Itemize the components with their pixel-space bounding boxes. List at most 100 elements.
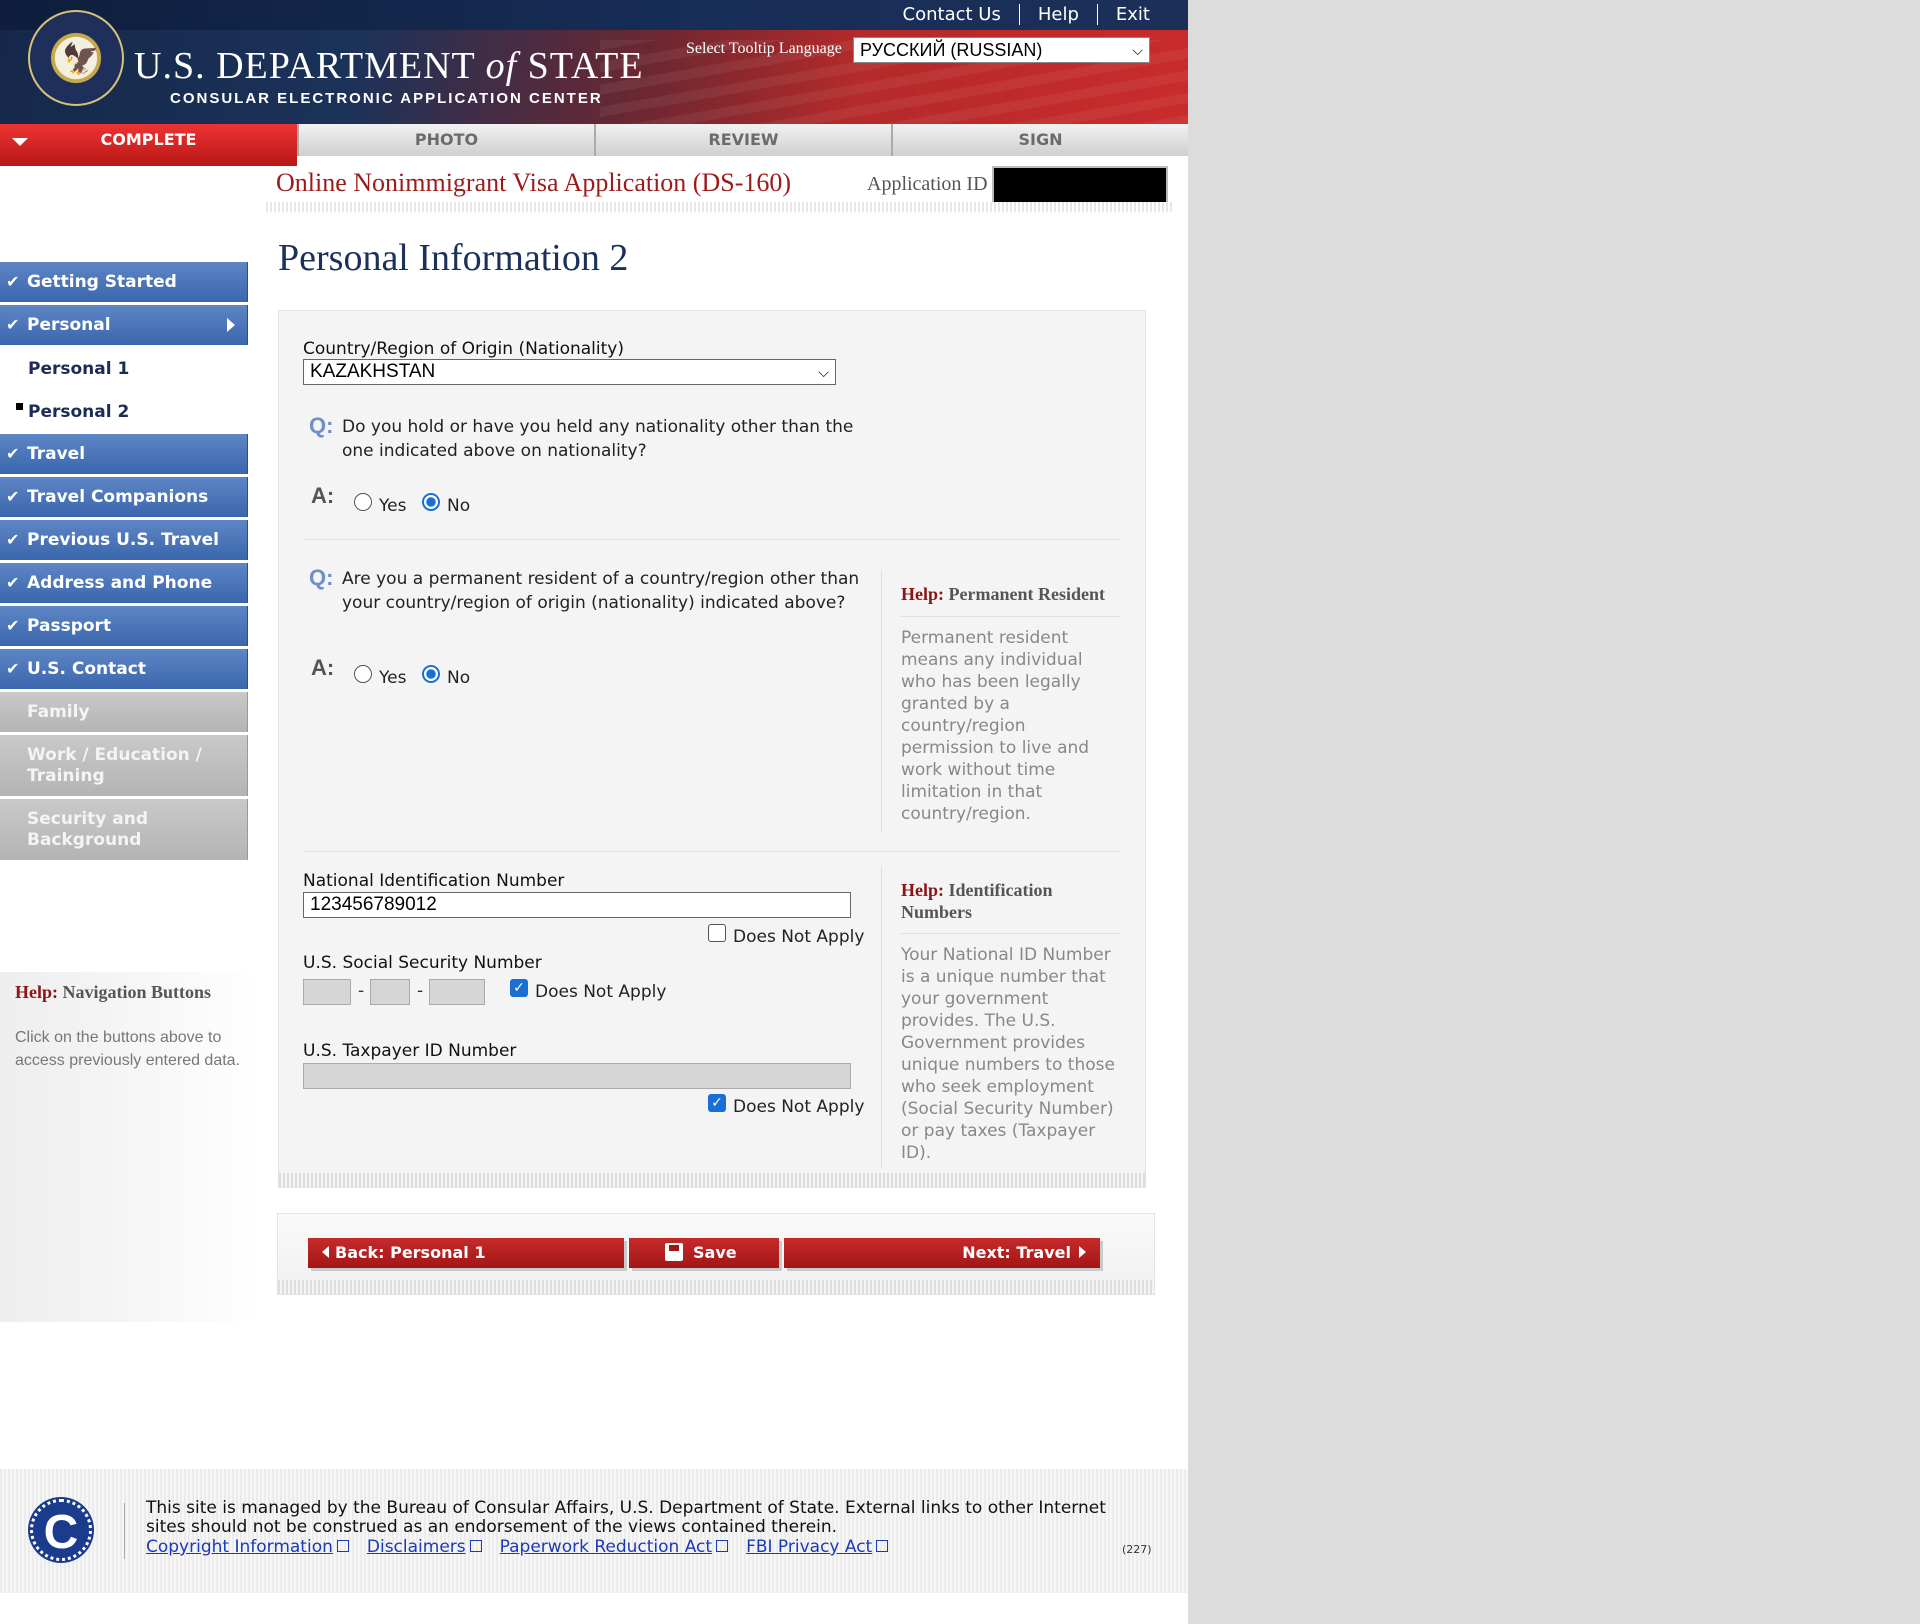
sidebar-item-us-contact[interactable]: ✔ U.S. Contact xyxy=(0,649,248,689)
arrow-right-icon xyxy=(1079,1246,1086,1258)
divider xyxy=(303,539,1121,540)
next-button[interactable]: Next: Travel xyxy=(784,1238,1100,1268)
permanent-resident-yes-radio[interactable] xyxy=(354,665,372,683)
nationality-value: KAZAKHSTAN xyxy=(310,361,436,382)
does-not-apply-label: Does Not Apply xyxy=(733,927,865,947)
tab-review-label: REVIEW xyxy=(708,130,779,149)
department-subtitle: CONSULAR ELECTRONIC APPLICATION CENTER xyxy=(170,90,603,107)
sidebar-item-label: Security and Background xyxy=(27,809,149,850)
footer-disclaimer-text: This site is managed by the Bureau of Co… xyxy=(146,1498,1106,1537)
back-button[interactable]: Back: Personal 1 xyxy=(308,1238,624,1268)
sidebar-item-label: U.S. Contact xyxy=(27,659,146,679)
application-title: Online Nonimmigrant Visa Application (DS… xyxy=(276,168,792,197)
checkmark-icon: ✔ xyxy=(6,444,20,463)
floppy-disk-icon xyxy=(665,1243,683,1261)
page: 🦅 U.S. DEPARTMENT of STATE CONSULAR ELEC… xyxy=(0,0,1188,1624)
nationality-select[interactable]: KAZAKHSTAN ⌵ xyxy=(303,359,836,385)
sidebar-item-previous-us-travel[interactable]: ✔ Previous U.S. Travel xyxy=(0,520,248,560)
help-prefix: Help: xyxy=(901,584,944,604)
help-link[interactable]: Help xyxy=(1018,4,1097,25)
exit-link[interactable]: Exit xyxy=(1096,4,1168,25)
sidebar-item-getting-started[interactable]: ✔ Getting Started xyxy=(0,262,248,302)
other-nationality-no-radio[interactable] xyxy=(422,493,440,511)
current-page-bullet-icon xyxy=(16,403,23,410)
sidebar-item-label: Travel Companions xyxy=(27,487,209,507)
taxpayer-id-input[interactable] xyxy=(303,1063,851,1089)
sidebar-item-passport[interactable]: ✔ Passport xyxy=(0,606,248,646)
help-identification-body: Your National ID Number is a unique numb… xyxy=(901,945,1115,1163)
help-title-text: Permanent Resident xyxy=(948,584,1105,604)
checkmark-icon: ✔ xyxy=(6,616,20,635)
contact-us-link[interactable]: Contact Us xyxy=(885,4,1019,25)
tab-sign-label: SIGN xyxy=(1018,130,1063,149)
checkmark-icon: ✔ xyxy=(6,659,20,678)
help-title-text: Navigation Buttons xyxy=(62,982,212,1002)
tooltip-language-label: Select Tooltip Language xyxy=(686,40,842,57)
chevron-down-icon: ⌵ xyxy=(1132,42,1143,58)
link-label: FBI Privacy Act xyxy=(746,1537,873,1557)
sidebar-item-label: Personal 2 xyxy=(28,402,130,422)
sidebar-help-title: Help: Navigation Buttons xyxy=(15,982,211,1003)
ssn-dash: - xyxy=(358,981,365,1001)
permanent-resident-no-radio[interactable] xyxy=(422,665,440,683)
save-button-label: Save xyxy=(693,1243,737,1262)
sidebar-item-label: Address and Phone xyxy=(27,573,213,593)
sidebar-navigation: ✔ Getting Started ✔ Personal Personal 1 Pe… xyxy=(0,262,248,863)
sidebar-item-label: Work / Education / Training xyxy=(27,745,202,786)
title-underline xyxy=(266,202,1172,212)
other-nationality-yes-radio[interactable] xyxy=(354,493,372,511)
tab-photo[interactable]: PHOTO xyxy=(297,124,594,156)
application-id-redacted xyxy=(992,166,1168,204)
state-department-seal-icon: 🦅 xyxy=(28,10,124,106)
no-label: No xyxy=(447,496,471,516)
sidebar-item-travel[interactable]: ✔ Travel xyxy=(0,434,248,474)
next-button-label: Next: Travel xyxy=(962,1243,1071,1262)
ssn-does-not-apply-checkbox[interactable]: ✓ xyxy=(510,979,528,997)
consular-affairs-logo-icon: C xyxy=(30,1499,92,1561)
no-label: No xyxy=(447,668,471,688)
ssn-part-1-input[interactable] xyxy=(303,979,351,1005)
does-not-apply-label: Does Not Apply xyxy=(733,1097,865,1117)
ssn-label: U.S. Social Security Number xyxy=(303,953,542,973)
checkmark-icon: ✔ xyxy=(6,272,20,291)
sidebar-subitem-personal-1[interactable]: Personal 1 xyxy=(0,348,248,391)
tab-complete[interactable]: COMPLETE xyxy=(0,124,297,166)
answer-marker: A: xyxy=(311,483,335,508)
sidebar-item-address-phone[interactable]: ✔ Address and Phone xyxy=(0,563,248,603)
yes-label: Yes xyxy=(379,668,407,688)
link-label: Copyright Information xyxy=(146,1537,333,1557)
ssn-part-3-input[interactable] xyxy=(429,979,485,1005)
question-marker: Q: xyxy=(309,565,334,590)
sidebar-item-label: Personal xyxy=(27,315,111,335)
triangle-down-icon xyxy=(12,138,28,146)
ssn-part-2-input[interactable] xyxy=(370,979,410,1005)
link-label: Disclaimers xyxy=(366,1537,466,1557)
taxpayer-does-not-apply-checkbox[interactable]: ✓ xyxy=(708,1094,726,1112)
disclaimers-link[interactable]: Disclaimers xyxy=(367,1537,482,1557)
copyright-information-link[interactable]: Copyright Information xyxy=(146,1537,349,1557)
answer-marker: A: xyxy=(311,655,335,680)
site-footer: C This site is managed by the Bureau of … xyxy=(0,1469,1188,1593)
tab-review[interactable]: REVIEW xyxy=(594,124,891,156)
national-id-does-not-apply-checkbox[interactable] xyxy=(708,924,726,942)
sidebar-item-personal[interactable]: ✔ Personal xyxy=(0,305,248,345)
divider xyxy=(901,933,1121,934)
divider xyxy=(303,851,1121,852)
tooltip-language-select[interactable]: РУССКИЙ (RUSSIAN) ⌵ xyxy=(853,37,1150,63)
external-link-icon xyxy=(469,1540,482,1552)
fbi-privacy-act-link[interactable]: FBI Privacy Act xyxy=(746,1537,889,1557)
external-link-icon xyxy=(336,1540,349,1552)
tab-sign[interactable]: SIGN xyxy=(891,124,1188,156)
help-permanent-resident-body: Permanent resident means any individual … xyxy=(901,628,1090,824)
sidebar-item-travel-companions[interactable]: ✔ Travel Companions xyxy=(0,477,248,517)
checkmark-icon: ✔ xyxy=(6,315,20,334)
form-panel: Country/Region of Origin (Nationality) K… xyxy=(278,310,1146,1188)
sidebar-item-label: Travel xyxy=(27,444,86,464)
sidebar-subitem-personal-2[interactable]: Personal 2 xyxy=(0,391,248,434)
save-button[interactable]: Save xyxy=(629,1238,779,1268)
page-title: Personal Information 2 xyxy=(278,237,629,279)
paperwork-reduction-act-link[interactable]: Paperwork Reduction Act xyxy=(499,1537,729,1557)
national-id-input[interactable]: 123456789012 xyxy=(303,892,851,918)
help-prefix: Help: xyxy=(15,982,58,1002)
link-label: Paperwork Reduction Act xyxy=(499,1537,713,1557)
